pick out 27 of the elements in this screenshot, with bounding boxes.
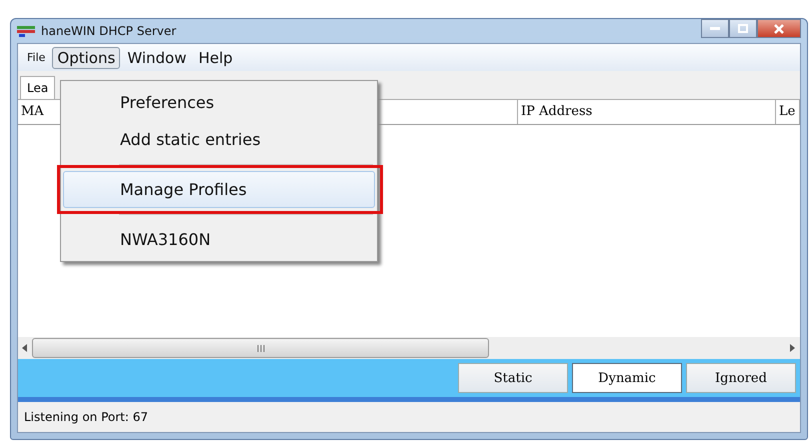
scroll-left-icon[interactable] [22, 344, 28, 352]
app-icon [17, 24, 35, 38]
scroll-right-icon[interactable] [790, 344, 796, 352]
menu-item[interactable]: File [22, 49, 50, 66]
horizontal-scrollbar[interactable] [18, 337, 800, 359]
menu-option[interactable]: NWA3160N [63, 221, 375, 258]
menu-option[interactable]: Add static entries [63, 121, 375, 158]
filter-button[interactable]: Dynamic [572, 363, 682, 393]
tab[interactable]: Lea [20, 76, 56, 99]
grip-icon [256, 344, 264, 352]
filter-button[interactable]: Ignored [686, 363, 796, 393]
menu-option[interactable]: Preferences [63, 84, 375, 121]
column-header[interactable]: Le [776, 100, 800, 124]
menu-item[interactable]: Window [122, 46, 192, 68]
maximize-icon [738, 24, 748, 33]
column-header[interactable]: IP Address [518, 100, 776, 124]
close-icon [774, 24, 784, 34]
menu-item[interactable]: Help [193, 46, 238, 68]
close-button[interactable] [757, 19, 801, 38]
window-title: haneWIN DHCP Server [41, 24, 176, 38]
filter-button[interactable]: Static [458, 363, 568, 393]
minimize-button[interactable] [701, 19, 729, 38]
menu-item[interactable]: Options [52, 46, 120, 68]
status-text: Listening on Port: 67 [24, 410, 148, 424]
minimize-icon [710, 26, 720, 30]
maximize-button[interactable] [729, 19, 757, 38]
menu-option[interactable]: Manage Profiles [63, 171, 375, 208]
